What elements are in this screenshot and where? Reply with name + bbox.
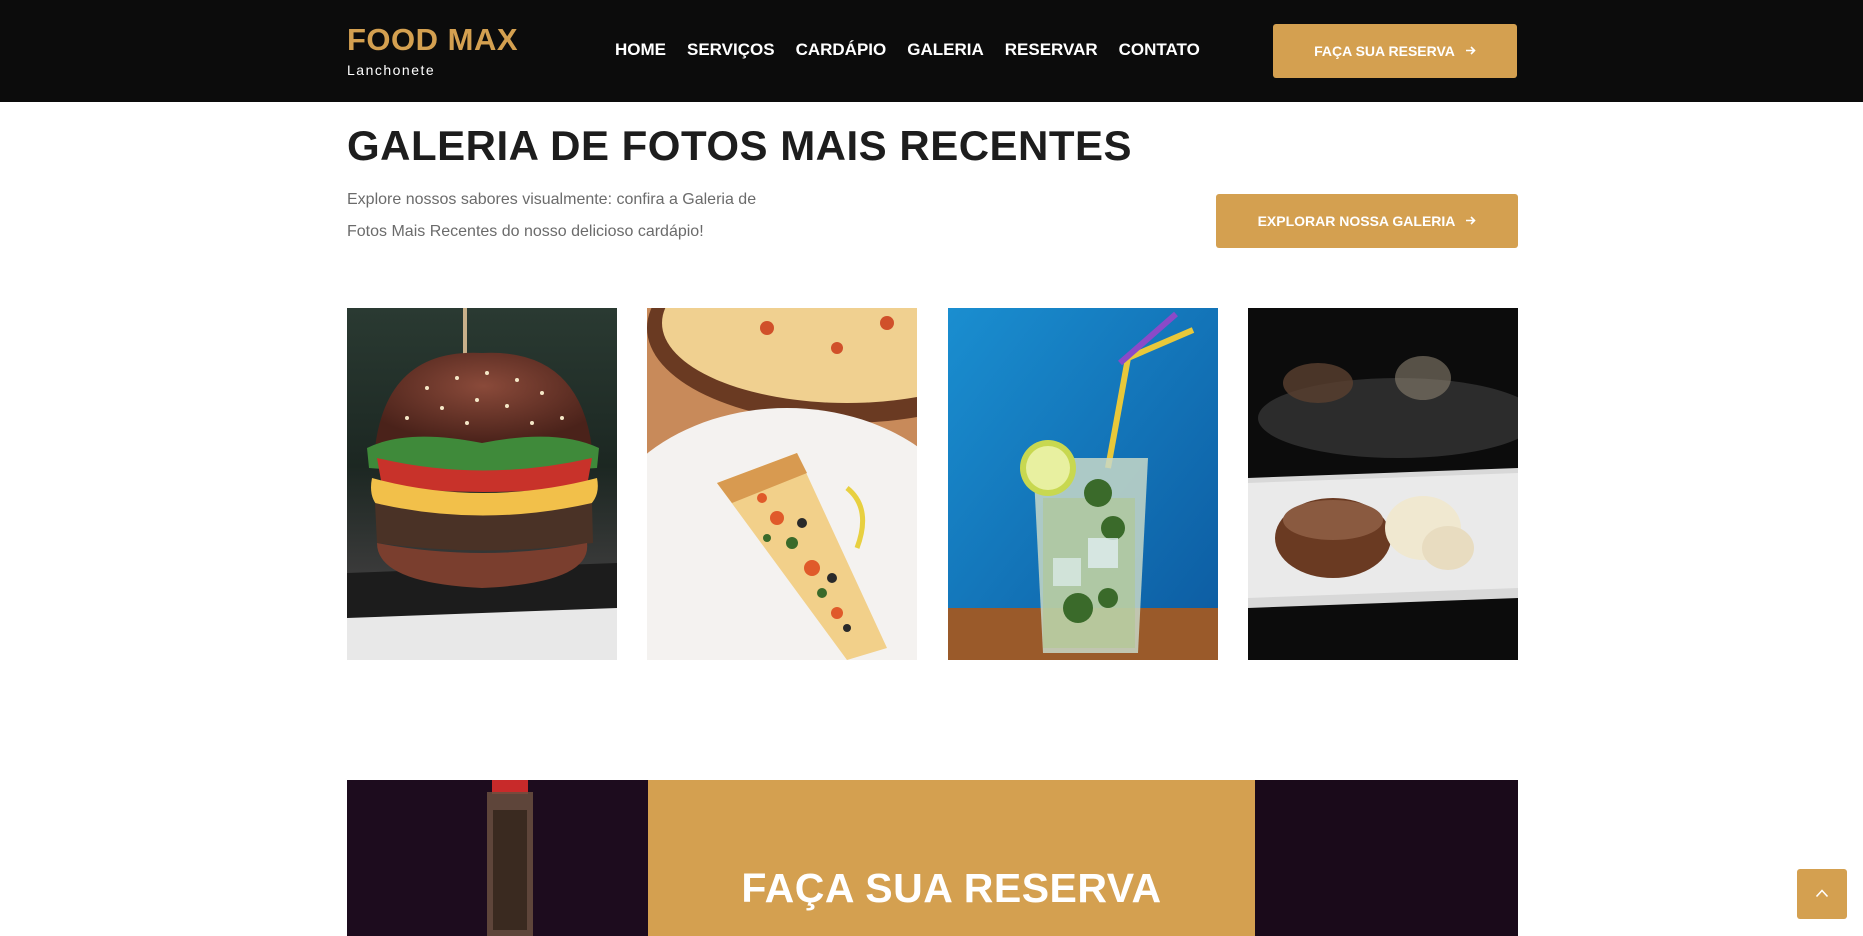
arrow-right-icon xyxy=(1465,43,1476,59)
gallery-photo-dessert[interactable] xyxy=(1248,308,1518,660)
brand-logo[interactable]: FOOD MAX Lanchonete xyxy=(347,22,518,78)
gallery-title: GALERIA DE FOTOS MAIS RECENTES xyxy=(347,122,1133,169)
nav-item-cardapio[interactable]: CARDÁPIO xyxy=(796,40,887,60)
gallery-photo-drink[interactable] xyxy=(948,308,1218,660)
brand-tagline: Lanchonete xyxy=(347,62,436,78)
main-nav: HOME SERVIÇOS CARDÁPIO GALERIA RESERVAR … xyxy=(615,40,1221,60)
gallery-photo-pizza[interactable] xyxy=(647,308,917,660)
nav-item-galeria[interactable]: GALERIA xyxy=(907,40,984,60)
explore-gallery-button[interactable]: EXPLORAR NOSSA GALERIA xyxy=(1216,194,1518,248)
gallery-photo-burger[interactable] xyxy=(347,308,617,660)
explore-gallery-label: EXPLORAR NOSSA GALERIA xyxy=(1257,213,1456,229)
nav-item-home[interactable]: HOME xyxy=(615,40,666,60)
brand-title: FOOD MAX xyxy=(347,22,519,57)
reserve-button-label: FAÇA SUA RESERVA xyxy=(1314,43,1455,59)
chevron-up-icon xyxy=(1815,885,1829,903)
nav-item-contato[interactable]: CONTATO xyxy=(1119,40,1200,60)
arrow-right-icon xyxy=(1465,213,1477,229)
nav-item-reservar[interactable]: RESERVAR xyxy=(1005,40,1098,60)
nav-item-servicos[interactable]: SERVIÇOS xyxy=(687,40,775,60)
gallery-description: Explore nossos sabores visualmente: conf… xyxy=(347,191,757,240)
reservation-title: FAÇA SUA RESERVA xyxy=(741,865,1162,911)
scroll-to-top-button[interactable] xyxy=(1797,869,1847,919)
reservation-image-left xyxy=(347,780,648,936)
reserve-button[interactable]: FAÇA SUA RESERVA xyxy=(1273,24,1517,78)
reservation-center: FAÇA SUA RESERVA xyxy=(648,780,1255,936)
reservation-banner: FAÇA SUA RESERVA xyxy=(347,780,1518,936)
navbar: FOOD MAX Lanchonete HOME SERVIÇOS CARDÁP… xyxy=(0,0,1863,102)
